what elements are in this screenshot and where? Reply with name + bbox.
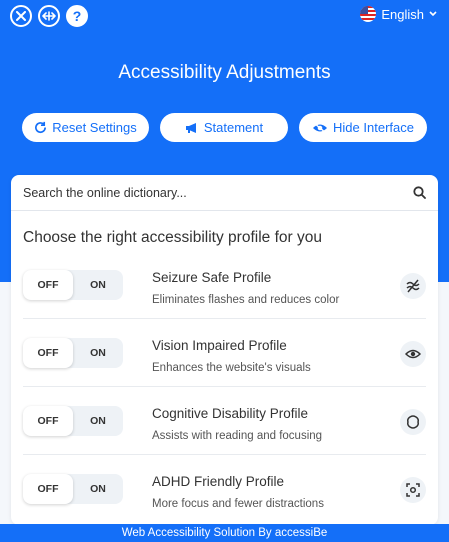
toggle-off[interactable]: OFF — [23, 270, 73, 300]
eye-icon — [400, 341, 426, 367]
profile-title: ADHD Friendly Profile — [152, 474, 285, 489]
profile-seizure-safe: OFF ON Seizure Safe Profile Eliminates f… — [11, 253, 438, 319]
statement-button[interactable]: Statement — [160, 113, 288, 142]
toggle-on[interactable]: ON — [73, 338, 123, 368]
lightning-off-icon — [400, 273, 426, 299]
refresh-icon — [35, 121, 47, 134]
hide-interface-label: Hide Interface — [333, 120, 414, 135]
us-flag-icon — [360, 6, 377, 22]
toggle-on[interactable]: ON — [73, 474, 123, 504]
profile-title: Cognitive Disability Profile — [152, 406, 309, 421]
footer-link[interactable]: Web Accessibility Solution By accessiBe — [0, 524, 449, 542]
profile-description: Eliminates flashes and reduces color — [152, 294, 340, 306]
profiles-card: Choose the right accessibility profile f… — [11, 175, 438, 525]
page-title: Accessibility Adjustments — [118, 62, 331, 83]
toggle-off[interactable]: OFF — [23, 338, 73, 368]
toggle-on[interactable]: ON — [73, 406, 123, 436]
reset-settings-label: Reset Settings — [52, 120, 137, 135]
profile-title: Vision Impaired Profile — [152, 338, 287, 353]
profile-toggle[interactable]: OFF ON — [23, 270, 123, 300]
megaphone-icon — [185, 122, 196, 133]
profile-vision-impaired: OFF ON Vision Impaired Profile Enhances … — [11, 321, 438, 387]
statement-label: Statement — [203, 120, 264, 135]
chevron-down-icon — [429, 11, 437, 17]
profiles-heading: Choose the right accessibility profile f… — [23, 229, 322, 246]
close-icon — [16, 11, 26, 21]
profile-title: Seizure Safe Profile — [152, 270, 272, 285]
eye-slash-icon — [313, 121, 328, 134]
toggle-off[interactable]: OFF — [23, 406, 73, 436]
question-icon: ? — [72, 8, 82, 24]
brain-icon — [400, 409, 426, 435]
profile-toggle[interactable]: OFF ON — [23, 406, 123, 436]
profile-description: More focus and fewer distractions — [152, 498, 324, 510]
help-button[interactable]: ? — [66, 5, 88, 27]
toggle-on[interactable]: ON — [73, 270, 123, 300]
toggle-off[interactable]: OFF — [23, 474, 73, 504]
profile-description: Enhances the website's visuals — [152, 362, 311, 374]
reset-settings-button[interactable]: Reset Settings — [22, 113, 149, 142]
profile-toggle[interactable]: OFF ON — [23, 474, 123, 504]
profile-cognitive-disability: OFF ON Cognitive Disability Profile Assi… — [11, 389, 438, 455]
search-input[interactable] — [11, 175, 401, 211]
profile-adhd-friendly: OFF ON ADHD Friendly Profile More focus … — [11, 457, 438, 523]
profile-description: Assists with reading and focusing — [152, 430, 323, 442]
search-icon[interactable] — [413, 186, 426, 199]
hide-interface-button[interactable]: Hide Interface — [299, 113, 427, 142]
move-button[interactable] — [38, 5, 60, 27]
arrows-horizontal-icon — [42, 11, 56, 21]
close-button[interactable] — [10, 5, 32, 27]
focus-target-icon — [400, 477, 426, 503]
dictionary-search — [11, 175, 438, 211]
profile-toggle[interactable]: OFF ON — [23, 338, 123, 368]
language-selector[interactable]: English — [360, 6, 437, 22]
language-label: English — [381, 6, 424, 22]
